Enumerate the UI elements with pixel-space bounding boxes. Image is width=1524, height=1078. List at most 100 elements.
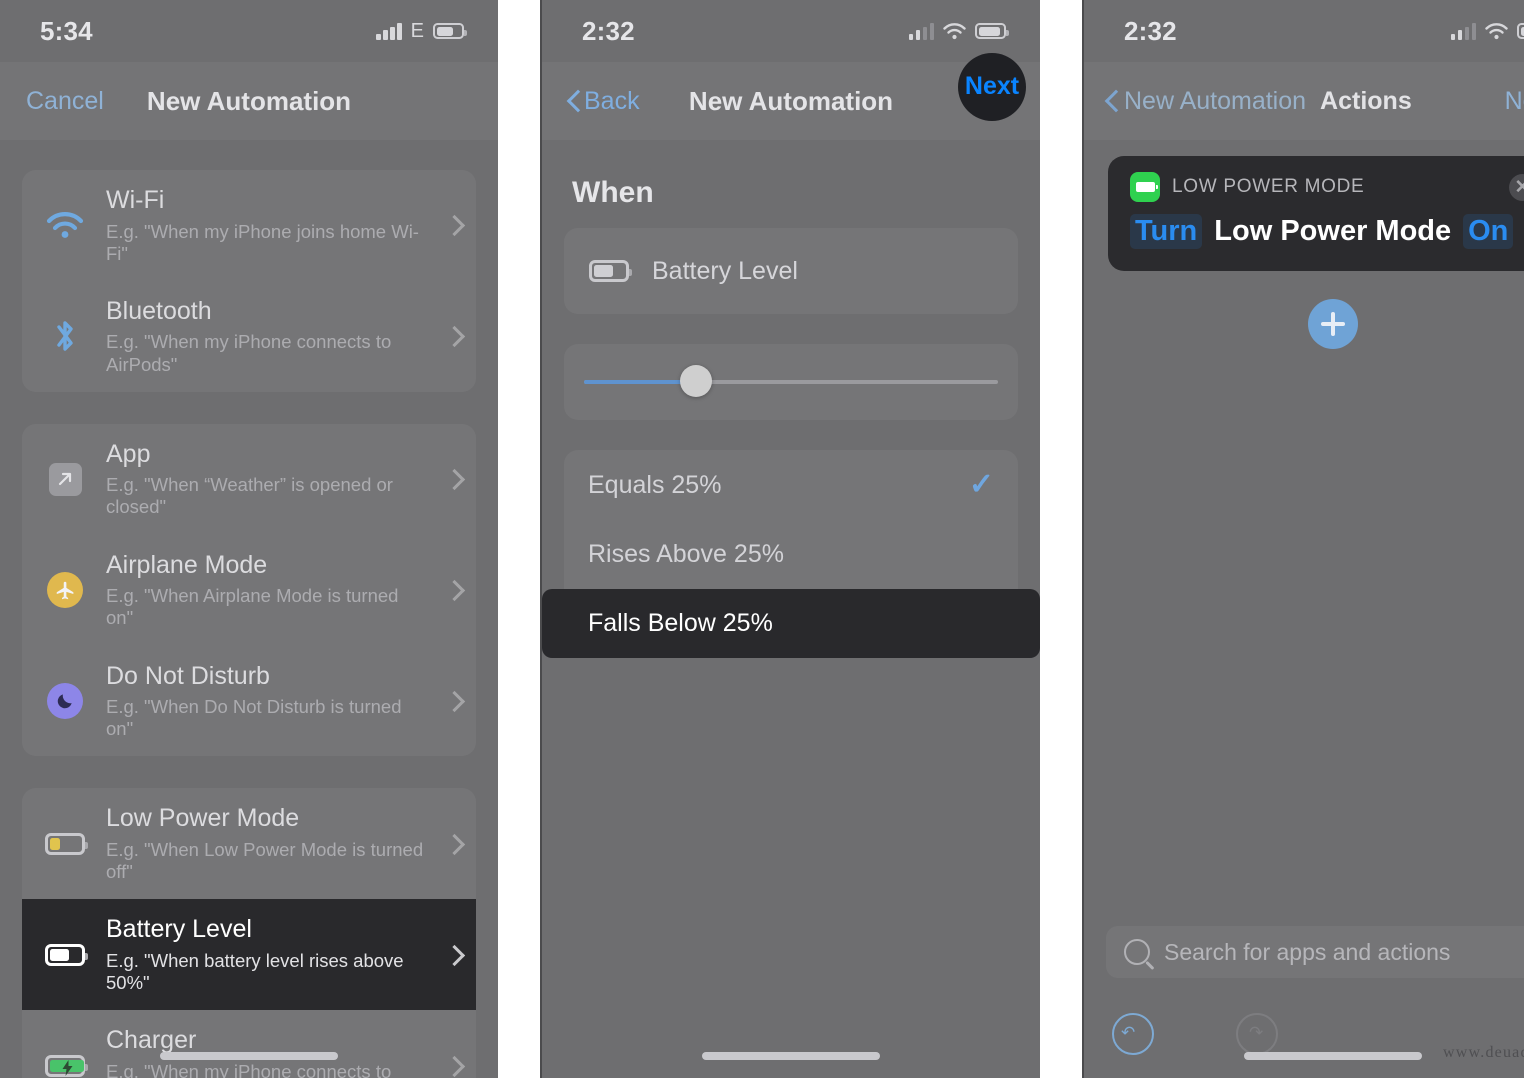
back-button[interactable]: Back [568,87,640,116]
comparison-options: Equals 25% ✓ Rises Above 25% Falls Below… [542,450,1040,658]
nav-bar-3: New Automation Actions Next [1084,62,1524,140]
trigger-group-battery: Low Power Mode E.g. "When Low Power Mode… [22,788,476,1078]
moon-icon [44,680,86,722]
search-placeholder: Search for apps and actions [1164,938,1451,965]
battery-glyph [1135,182,1158,192]
actions-area: LOW POWER MODE ✕ Turn Low Power Mode On [1084,156,1524,349]
panel-divider [1054,0,1068,1078]
next-label: Next [964,72,1020,100]
chevron-right-icon [447,580,458,600]
action-card-header: LOW POWER MODE ✕ [1130,172,1524,202]
low-power-mode-green-icon [1130,172,1160,202]
list-item-title: Do Not Disturb [106,661,270,690]
chevron-left-icon [568,90,580,112]
battery-shape [45,1054,88,1077]
network-type-label: E [410,19,424,42]
trigger-field-battery-level[interactable]: Battery Level [564,228,1018,314]
option-equals[interactable]: Equals 25% ✓ [564,450,1018,520]
list-item-airplane-mode[interactable]: Airplane Mode E.g. "When Airplane Mode i… [22,535,476,646]
action-card-low-power-mode[interactable]: LOW POWER MODE ✕ Turn Low Power Mode On [1108,156,1524,271]
trigger-list: Wi-Fi E.g. "When my iPhone joins home Wi… [0,140,498,1078]
home-indicator [702,1052,880,1060]
low-power-battery-icon [44,823,88,865]
chevron-right-icon [447,469,458,489]
list-item-title: Wi-Fi [106,186,165,214]
option-rises-above[interactable]: Rises Above 25% [564,520,1018,589]
next-button[interactable]: Next [1505,87,1524,116]
battery-icon [1517,23,1524,39]
next-label: Next [1504,86,1524,115]
list-item-subtitle: E.g. "When battery level rises above 50%… [106,949,404,993]
action-token-state[interactable]: On [1463,214,1514,249]
list-item-title: Bluetooth [106,296,212,325]
add-action-button[interactable] [1308,299,1358,349]
chevron-right-icon [447,691,458,711]
when-section: When Battery Level Equals 25% ✓ Rises Ab… [542,140,1040,658]
list-item-do-not-disturb[interactable]: Do Not Disturb E.g. "When Do Not Disturb… [22,646,476,757]
bluetooth-icon [44,315,86,357]
airplane-icon-shape [47,572,83,609]
list-item-wifi[interactable]: Wi-Fi E.g. "When my iPhone joins home Wi… [22,170,476,281]
option-label: Rises Above 25% [588,540,784,568]
list-item-title: Airplane Mode [106,550,268,579]
list-item-subtitle: E.g. "When Low Power Mode is turned off" [106,838,424,883]
action-token-turn[interactable]: Turn [1130,214,1203,249]
chevron-right-icon [447,326,458,346]
phone-panel-1: 5:34 E Cancel New Automation Wi-Fi E.g. … [0,0,498,1078]
list-item-texts: Do Not Disturb E.g. "When Do Not Disturb… [106,662,427,741]
cancel-button[interactable]: Cancel [26,87,104,116]
close-icon[interactable]: ✕ [1509,173,1524,201]
list-item-low-power-mode[interactable]: Low Power Mode E.g. "When Low Power Mode… [22,788,476,899]
list-item-subtitle: E.g. "When my iPhone connects to power" [106,1060,392,1078]
cancel-label: Cancel [26,86,104,115]
moon-icon-shape [47,682,83,719]
battery-level-icon [44,934,88,976]
three-panel-screenshot: 5:34 E Cancel New Automation Wi-Fi E.g. … [0,0,1524,1078]
action-card-body: Turn Low Power Mode On [1130,214,1524,249]
battery-level-slider[interactable] [584,365,998,397]
cellular-signal-icon [908,22,934,40]
search-bar[interactable]: Search for apps and actions [1106,926,1524,978]
list-item-subtitle: E.g. "When my iPhone joins home Wi-Fi" [106,220,419,264]
status-bar-1: 5:34 E [0,0,498,62]
slider-knob[interactable] [679,365,712,397]
list-item-charger[interactable]: Charger E.g. "When my iPhone connects to… [22,1010,476,1078]
back-button[interactable]: New Automation [1106,87,1306,116]
list-item-texts: Airplane Mode E.g. "When Airplane Mode i… [106,551,427,630]
chevron-right-icon [447,215,458,235]
undo-icon[interactable]: ↶ [1112,1013,1154,1055]
list-item-battery-level[interactable]: Battery Level E.g. "When battery level r… [22,899,476,1011]
action-token-subject: Low Power Mode [1214,215,1452,247]
redo-icon[interactable]: ↷ [1236,1013,1278,1055]
chevron-left-icon [1106,90,1118,112]
next-button-wrap: Next Next [958,52,1026,121]
next-button[interactable]: Next [958,52,1026,121]
checkmark-icon: ✓ [968,468,994,501]
list-item-texts: Bluetooth E.g. "When my iPhone connects … [106,297,427,376]
list-item-title: App [106,439,151,468]
back-label: Back [584,86,640,115]
list-item-subtitle: E.g. "When Airplane Mode is turned on" [106,585,399,629]
list-item-texts: App E.g. "When “Weather” is opened or cl… [106,440,427,519]
status-indicators [908,22,1009,40]
redo-arrow: ↷ [1249,1023,1264,1042]
status-bar-3: 2:32 [1084,0,1524,62]
option-label: Falls Below 25% [588,609,773,637]
status-bar-2: 2:32 [542,0,1040,62]
list-item-bluetooth[interactable]: Bluetooth E.g. "When my iPhone connects … [22,281,476,392]
list-item-app[interactable]: App E.g. "When “Weather” is opened or cl… [22,424,476,535]
option-falls-below[interactable]: Falls Below 25% [542,589,1040,658]
battery-icon [975,23,1009,39]
battery-shape [45,943,88,966]
watermark: www.deuaq.com [1443,1044,1524,1061]
status-indicators [1450,22,1524,40]
trigger-group-system: App E.g. "When “Weather” is opened or cl… [22,423,476,757]
battery-shape [589,260,632,282]
trigger-group-connectivity: Wi-Fi E.g. "When my iPhone joins home Wi… [22,170,476,392]
chevron-right-icon [447,834,458,854]
phone-panel-2: 2:32 Back New Automation Next When Batte… [540,0,1040,1078]
phone-panel-3: 2:32 New Automation Actions N LOW POWER … [1082,0,1524,1078]
nav-bar-1: Cancel New Automation [0,62,498,140]
status-time: 2:32 [582,15,635,46]
list-item-texts: Wi-Fi E.g. "When my iPhone joins home Wi… [106,186,427,265]
